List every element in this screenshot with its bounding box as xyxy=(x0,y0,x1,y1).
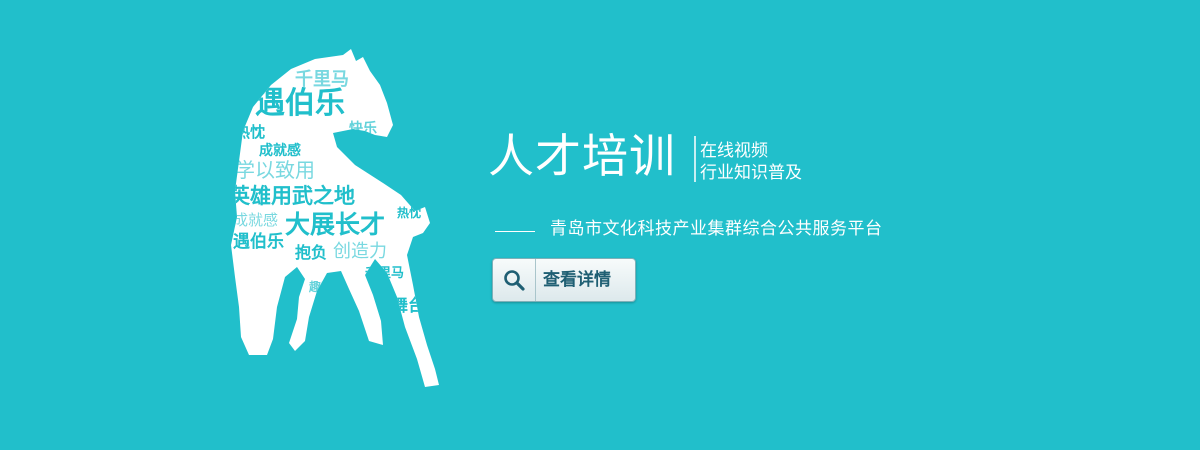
horse-word: 成就感 xyxy=(259,142,301,159)
horse-word-cloud-illustration: 千里马 遇伯乐 热忱 快乐 成就感 学以致用 英雄用武之地 成就感 大展长才 遇… xyxy=(229,49,439,387)
horse-word: 大展长才 xyxy=(285,210,385,239)
horse-word: 千里马 xyxy=(365,265,404,281)
horse-word: 趣味 xyxy=(308,279,333,294)
title-divider xyxy=(694,136,696,182)
horse-word: 成就感 xyxy=(233,211,278,229)
horse-word: 学以致用 xyxy=(235,158,315,182)
org-dash-line xyxy=(495,231,535,232)
view-details-label: 查看详情 xyxy=(543,270,611,290)
banner-title: 人才培训 xyxy=(488,129,676,183)
organization-name: 青岛市文化科技产业集群综合公共服务平台 xyxy=(550,219,883,239)
horse-word: 遇伯乐 xyxy=(233,231,284,252)
horse-word: 遇伯乐 xyxy=(255,86,345,121)
horse-word: 热忱 xyxy=(235,123,265,141)
banner-subtitle-line2: 行业知识普及 xyxy=(700,163,802,183)
horse-word: 英雄用武之地 xyxy=(229,184,355,208)
horse-word: 热忱 xyxy=(397,205,421,220)
horse-word: 舞台 xyxy=(391,295,425,316)
talent-training-banner: 千里马 遇伯乐 热忱 快乐 成就感 学以致用 英雄用武之地 成就感 大展长才 遇… xyxy=(0,0,1200,450)
horse-word: 创造力 xyxy=(333,241,387,262)
banner-subtitle-line1: 在线视频 xyxy=(700,141,768,161)
search-icon xyxy=(504,270,525,291)
search-icon-box xyxy=(493,259,536,301)
view-details-button[interactable]: 查看详情 xyxy=(492,258,636,302)
horse-word: 快乐 xyxy=(349,120,377,137)
horse-word: 抱负 xyxy=(295,243,327,262)
